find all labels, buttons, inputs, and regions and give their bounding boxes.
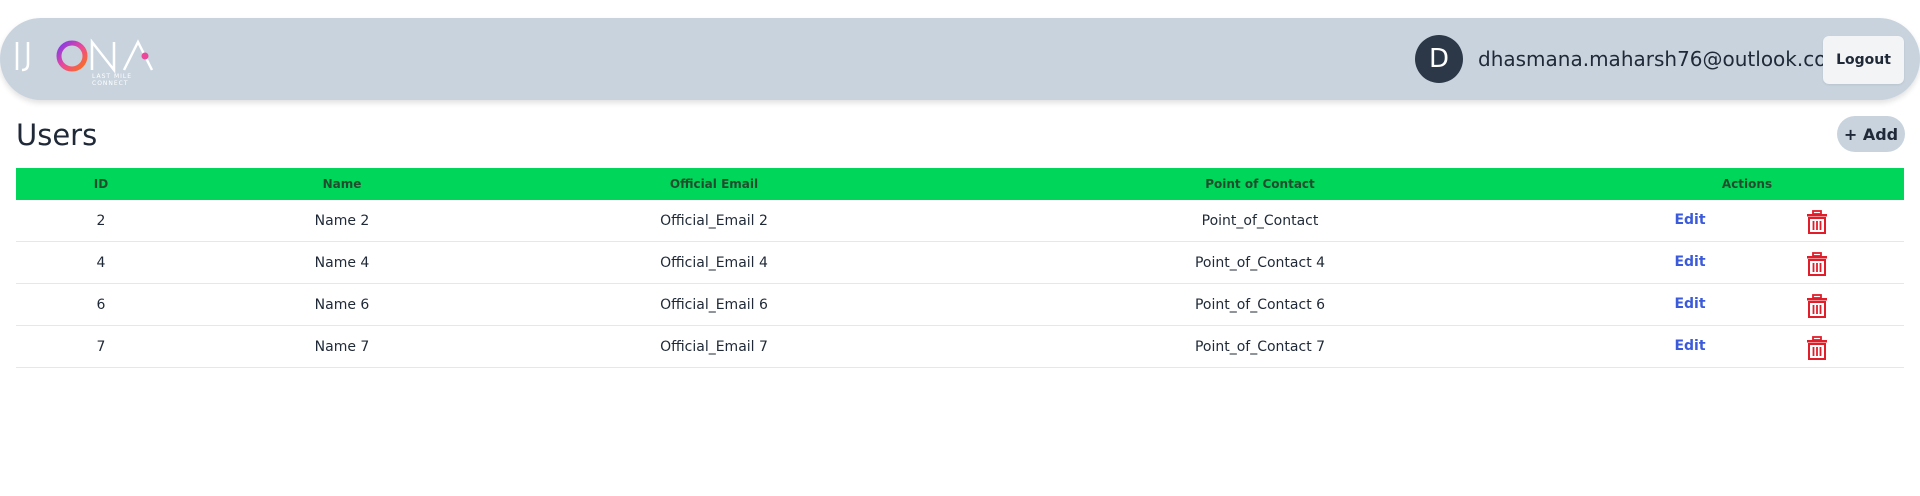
table-header: ID Name Official Email Point of Contact …	[16, 168, 1904, 200]
column-header-id: ID	[93, 177, 109, 191]
cell-official-email: Official_Email 6	[660, 297, 768, 313]
edit-button[interactable]: Edit	[1660, 284, 1720, 326]
edit-button[interactable]: Edit	[1660, 200, 1720, 242]
cell-id: 7	[96, 339, 106, 355]
column-header-actions: Actions	[1721, 177, 1773, 191]
column-header-name: Name	[322, 177, 362, 191]
page-title: Users	[16, 118, 98, 152]
table-row: 7 Name 7 Official_Email 7 Point_of_Conta…	[16, 326, 1904, 368]
trash-icon[interactable]	[1806, 252, 1828, 276]
cell-point-of-contact: Point_of_Contact 4	[1194, 255, 1326, 271]
trash-icon[interactable]	[1806, 294, 1828, 318]
add-user-button[interactable]: + Add	[1837, 116, 1905, 152]
cell-id: 6	[96, 297, 106, 313]
table-row: 6 Name 6 Official_Email 6 Point_of_Conta…	[16, 284, 1904, 326]
cell-official-email: Official_Email 7	[660, 339, 768, 355]
trash-icon[interactable]	[1806, 336, 1828, 360]
cell-name: Name 7	[314, 339, 370, 355]
edit-button[interactable]: Edit	[1660, 326, 1720, 368]
edit-button[interactable]: Edit	[1660, 242, 1720, 284]
cell-name: Name 6	[314, 297, 370, 313]
cell-point-of-contact: Point_of_Contact 6	[1194, 297, 1326, 313]
cell-official-email: Official_Email 2	[660, 213, 768, 229]
cell-id: 4	[96, 255, 106, 271]
logo-tagline: LAST MILE CONNECT	[92, 73, 133, 87]
cell-name: Name 4	[314, 255, 370, 271]
logout-button[interactable]: Logout	[1823, 36, 1904, 84]
cell-point-of-contact: Point_of_Contact 7	[1194, 339, 1326, 355]
logo[interactable]: LAST MILE CONNECT	[14, 36, 170, 87]
top-header: LAST MILE CONNECT D dhasmana.maharsh76@o…	[0, 18, 1920, 100]
trash-icon[interactable]	[1806, 210, 1828, 234]
table-row: 4 Name 4 Official_Email 4 Point_of_Conta…	[16, 242, 1904, 284]
column-header-point-of-contact: Point of Contact	[1205, 177, 1315, 191]
cell-name: Name 2	[314, 213, 370, 229]
cell-official-email: Official_Email 4	[660, 255, 768, 271]
column-header-official-email: Official Email	[669, 177, 759, 191]
user-email: dhasmana.maharsh76@outlook.com	[1478, 47, 1846, 71]
cell-point-of-contact: Point_of_Contact	[1201, 213, 1319, 229]
avatar[interactable]: D	[1415, 35, 1463, 83]
users-table: ID Name Official Email Point of Contact …	[16, 168, 1904, 368]
cell-id: 2	[96, 213, 106, 229]
table-row: 2 Name 2 Official_Email 2 Point_of_Conta…	[16, 200, 1904, 242]
